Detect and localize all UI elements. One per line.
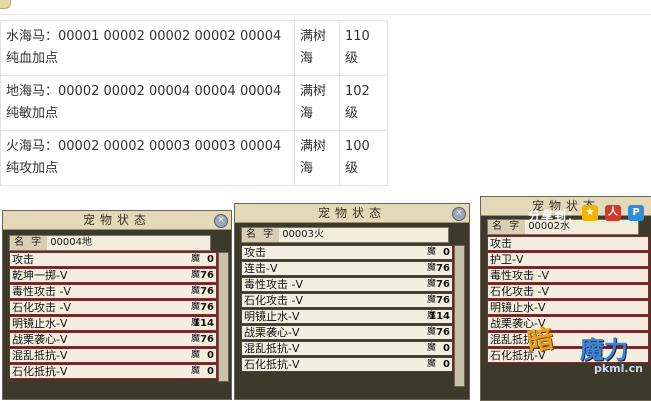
skill-row[interactable]: 石化攻击 -V 魔 76: [9, 300, 217, 315]
pet-name-bar: 名 字 00003火: [241, 227, 449, 243]
level-cell: 110级: [339, 20, 388, 76]
skill-row[interactable]: 明镜止水-V 魔 114: [241, 309, 453, 324]
panel-title: 宠物状态: [235, 204, 469, 223]
table-row: 地海马：00002 00002 00004 00004 00004 纯敏加点 满…: [0, 75, 388, 131]
table-row: 火海马：00002 00002 00003 00003 00004 纯攻加点 满…: [0, 130, 388, 186]
pet-status-panel-1: 宠物状态 × 名 字 00004地 攻击魔 0 乾坤一掷-V 魔 76 毒性攻击 -V 魔…: [2, 210, 232, 400]
pet-name-bar: 名 字 00004地: [9, 235, 211, 251]
skill-row[interactable]: 石化攻击 -V 魔 76: [241, 293, 453, 308]
panel-title: 宠物状态: [3, 211, 231, 230]
skill-row[interactable]: 明镜止水-V: [487, 300, 649, 315]
location-cell: 满树海: [294, 20, 340, 76]
pet-name: 00003火: [282, 229, 324, 240]
close-icon[interactable]: ×: [214, 214, 228, 228]
pet-name: 00004地: [50, 237, 92, 248]
watermark-logo: 魔力: [580, 336, 628, 364]
skill-row[interactable]: 攻击魔 0: [241, 245, 453, 260]
skill-row[interactable]: 战栗袭心-V 魔 76: [9, 332, 217, 347]
name-label: 名 字: [488, 220, 526, 234]
skill-row[interactable]: 攻击魔 0: [9, 252, 217, 267]
skill-row[interactable]: 混乱抵抗-V 魔 0: [9, 348, 217, 363]
pet-cell: 火海马：00002 00002 00003 00003 00004 纯攻加点: [0, 130, 295, 186]
skill-row[interactable]: 毒性攻击 -V: [487, 268, 649, 283]
divider: [0, 14, 651, 15]
pet-cell: 水海马：00001 00002 00002 00002 00004 纯血加点: [0, 20, 295, 76]
qzone-icon[interactable]: ★: [582, 205, 598, 221]
skill-row[interactable]: 毒性攻击 -V 魔 76: [9, 284, 217, 299]
skill-row[interactable]: 护卫-V: [487, 252, 649, 267]
pet-cell: 地海马：00002 00002 00004 00004 00004 纯敏加点: [0, 75, 295, 131]
skill-row[interactable]: 石化攻击 -V: [487, 284, 649, 299]
scrollbar[interactable]: [218, 252, 229, 382]
pet-info-table: 水海马：00001 00002 00002 00002 00004 纯血加点 满…: [0, 20, 388, 186]
pet-status-panel-2: 宠物状态 × 名 字 00003火 攻击魔 0 连击-V 魔 76 毒性攻击 -V 魔 76…: [234, 203, 470, 400]
share-label: 分享到：: [528, 209, 581, 223]
level-cell: 102级: [339, 75, 388, 131]
skill-row[interactable]: 连击-V 魔 76: [241, 261, 453, 276]
table-row: 水海马：00001 00002 00002 00002 00004 纯血加点 满…: [0, 20, 388, 76]
skill-row[interactable]: 明镜止水-V 魔 114: [9, 316, 217, 331]
scrollbar[interactable]: [454, 245, 465, 387]
renren-icon[interactable]: 人: [605, 205, 621, 221]
location-cell: 满树海: [294, 75, 340, 131]
level-cell: 100级: [339, 130, 388, 186]
name-label: 名 字: [10, 236, 48, 250]
top-edge-icon: [0, 0, 11, 9]
location-cell: 满树海: [294, 130, 340, 186]
name-label: 名 字: [242, 228, 280, 242]
close-icon[interactable]: ×: [452, 207, 466, 221]
skill-row[interactable]: 石化抵抗-V 魔 0: [9, 364, 217, 379]
weibo-icon[interactable]: P: [628, 205, 644, 221]
watermark-url: pkml.cn: [594, 362, 643, 375]
skill-row[interactable]: 乾坤一掷-V 魔 76: [9, 268, 217, 283]
skill-row[interactable]: 战栗袭心-V: [487, 316, 649, 331]
skill-row[interactable]: 石化抵抗-V 魔 0: [241, 357, 453, 372]
skill-row[interactable]: 混乱抵抗-V 魔 0: [241, 341, 453, 356]
skill-row[interactable]: 战栗袭心-V 魔 76: [241, 325, 453, 340]
skill-row[interactable]: 毒性攻击 -V 魔 76: [241, 277, 453, 292]
skill-row[interactable]: 攻击: [487, 236, 649, 251]
